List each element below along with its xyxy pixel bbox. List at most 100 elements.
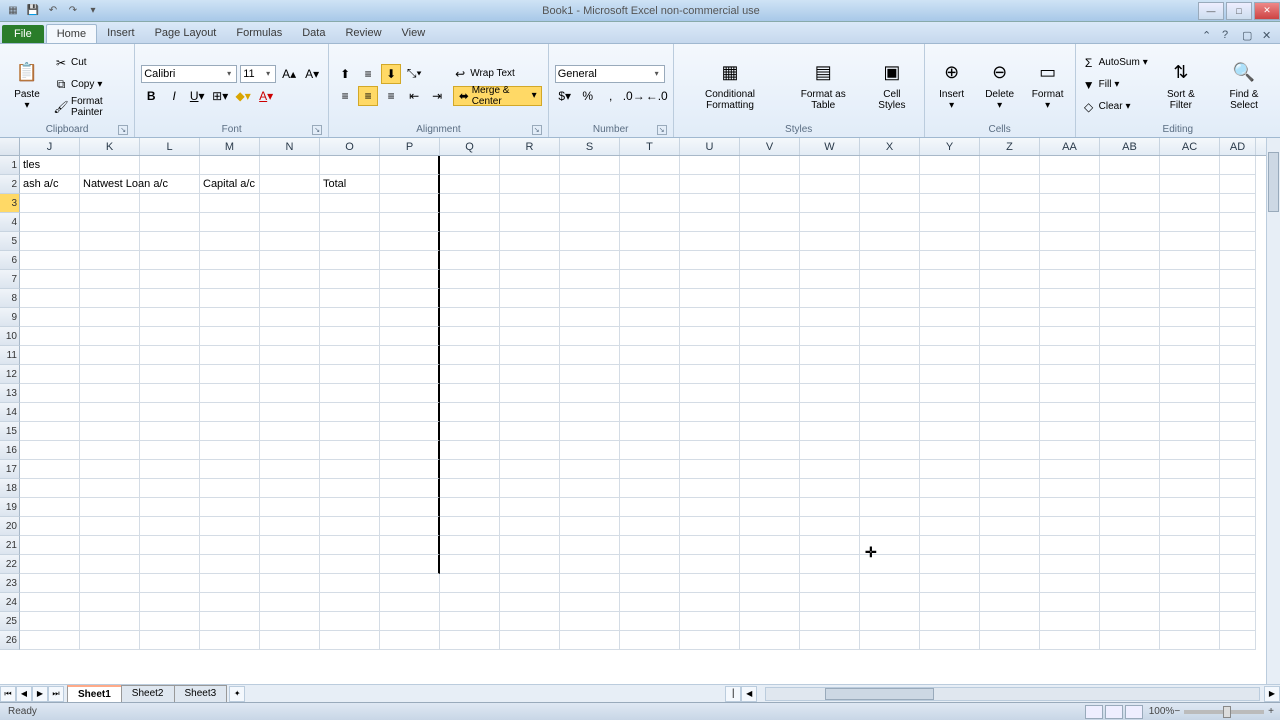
cell-AB4[interactable] [1100, 213, 1160, 232]
cell-O13[interactable] [320, 384, 380, 403]
cell-AC3[interactable] [1160, 194, 1220, 213]
cell-AD15[interactable] [1220, 422, 1256, 441]
cell-P2[interactable] [380, 175, 440, 194]
cell-AC26[interactable] [1160, 631, 1220, 650]
cell-L10[interactable] [140, 327, 200, 346]
cell-L3[interactable] [140, 194, 200, 213]
cell-M21[interactable] [200, 536, 260, 555]
cell-X9[interactable] [860, 308, 920, 327]
prev-sheet-button[interactable]: ◀ [16, 686, 32, 702]
redo-icon[interactable]: ↷ [66, 4, 80, 18]
cell-J23[interactable] [20, 574, 80, 593]
cell-Z16[interactable] [980, 441, 1040, 460]
cell-R9[interactable] [500, 308, 560, 327]
comma-button[interactable]: , [601, 86, 621, 106]
clear-button[interactable]: ◇Clear ▾ [1082, 97, 1148, 117]
cell-AB12[interactable] [1100, 365, 1160, 384]
cell-K5[interactable] [80, 232, 140, 251]
cell-AA1[interactable] [1040, 156, 1100, 175]
scroll-thumb[interactable] [1268, 152, 1279, 212]
cell-O26[interactable] [320, 631, 380, 650]
sheet-tab-sheet3[interactable]: Sheet3 [174, 685, 228, 702]
cell-N10[interactable] [260, 327, 320, 346]
cell-Y14[interactable] [920, 403, 980, 422]
cell-S23[interactable] [560, 574, 620, 593]
cell-N24[interactable] [260, 593, 320, 612]
cell-AD11[interactable] [1220, 346, 1256, 365]
cell-AC12[interactable] [1160, 365, 1220, 384]
cell-K6[interactable] [80, 251, 140, 270]
qat-more-icon[interactable]: ▾ [86, 4, 100, 18]
cell-AD5[interactable] [1220, 232, 1256, 251]
cell-AC16[interactable] [1160, 441, 1220, 460]
cell-AB2[interactable] [1100, 175, 1160, 194]
column-header-L[interactable]: L [140, 138, 200, 155]
cell-AC21[interactable] [1160, 536, 1220, 555]
cell-AD19[interactable] [1220, 498, 1256, 517]
zoom-level[interactable]: 100% [1149, 706, 1175, 717]
cell-V18[interactable] [740, 479, 800, 498]
cell-X26[interactable] [860, 631, 920, 650]
cell-X23[interactable] [860, 574, 920, 593]
cell-P25[interactable] [380, 612, 440, 631]
cell-U18[interactable] [680, 479, 740, 498]
cell-O6[interactable] [320, 251, 380, 270]
cell-AD4[interactable] [1220, 213, 1256, 232]
border-button[interactable]: ⊞▾ [210, 86, 230, 106]
cell-R2[interactable] [500, 175, 560, 194]
merge-center-button[interactable]: ⬌Merge & Center ▾ [453, 86, 542, 106]
cell-M6[interactable] [200, 251, 260, 270]
cell-Y2[interactable] [920, 175, 980, 194]
cell-T26[interactable] [620, 631, 680, 650]
format-cells-button[interactable]: ▭Format▾ [1027, 57, 1069, 113]
window-restore-icon[interactable]: ▢ [1242, 29, 1256, 43]
cell-Z4[interactable] [980, 213, 1040, 232]
cell-X2[interactable] [860, 175, 920, 194]
clipboard-launcher-icon[interactable]: ↘ [118, 125, 128, 135]
cell-U6[interactable] [680, 251, 740, 270]
cell-O2[interactable]: Total [320, 175, 380, 194]
cell-AB18[interactable] [1100, 479, 1160, 498]
cell-S12[interactable] [560, 365, 620, 384]
tab-home[interactable]: Home [46, 24, 97, 43]
column-header-V[interactable]: V [740, 138, 800, 155]
cell-S20[interactable] [560, 517, 620, 536]
cell-W6[interactable] [800, 251, 860, 270]
cell-U8[interactable] [680, 289, 740, 308]
cell-Q8[interactable] [440, 289, 500, 308]
column-headers[interactable]: JKLMNOPQRSTUVWXYZAAABACAD [0, 138, 1280, 156]
cell-T13[interactable] [620, 384, 680, 403]
cell-O4[interactable] [320, 213, 380, 232]
row-header-18[interactable]: 18 [0, 479, 20, 498]
cell-Y19[interactable] [920, 498, 980, 517]
cell-P26[interactable] [380, 631, 440, 650]
cell-X10[interactable] [860, 327, 920, 346]
cell-M23[interactable] [200, 574, 260, 593]
row-header-20[interactable]: 20 [0, 517, 20, 536]
row-header-24[interactable]: 24 [0, 593, 20, 612]
cell-V6[interactable] [740, 251, 800, 270]
row-header-3[interactable]: 3 [0, 194, 20, 213]
minimize-ribbon-icon[interactable]: ⌃ [1202, 29, 1216, 43]
cell-L20[interactable] [140, 517, 200, 536]
cell-K10[interactable] [80, 327, 140, 346]
cell-AD17[interactable] [1220, 460, 1256, 479]
cell-AA25[interactable] [1040, 612, 1100, 631]
cell-T5[interactable] [620, 232, 680, 251]
cell-P17[interactable] [380, 460, 440, 479]
cell-AC2[interactable] [1160, 175, 1220, 194]
cell-K4[interactable] [80, 213, 140, 232]
cell-AA6[interactable] [1040, 251, 1100, 270]
italic-button[interactable]: I [164, 86, 184, 106]
cell-S1[interactable] [560, 156, 620, 175]
cell-S17[interactable] [560, 460, 620, 479]
cell-AB6[interactable] [1100, 251, 1160, 270]
cell-J18[interactable] [20, 479, 80, 498]
cell-L1[interactable] [140, 156, 200, 175]
cell-S10[interactable] [560, 327, 620, 346]
cell-AB3[interactable] [1100, 194, 1160, 213]
zoom-out-button[interactable]: − [1174, 706, 1180, 717]
cell-N8[interactable] [260, 289, 320, 308]
cell-L18[interactable] [140, 479, 200, 498]
cell-AC7[interactable] [1160, 270, 1220, 289]
